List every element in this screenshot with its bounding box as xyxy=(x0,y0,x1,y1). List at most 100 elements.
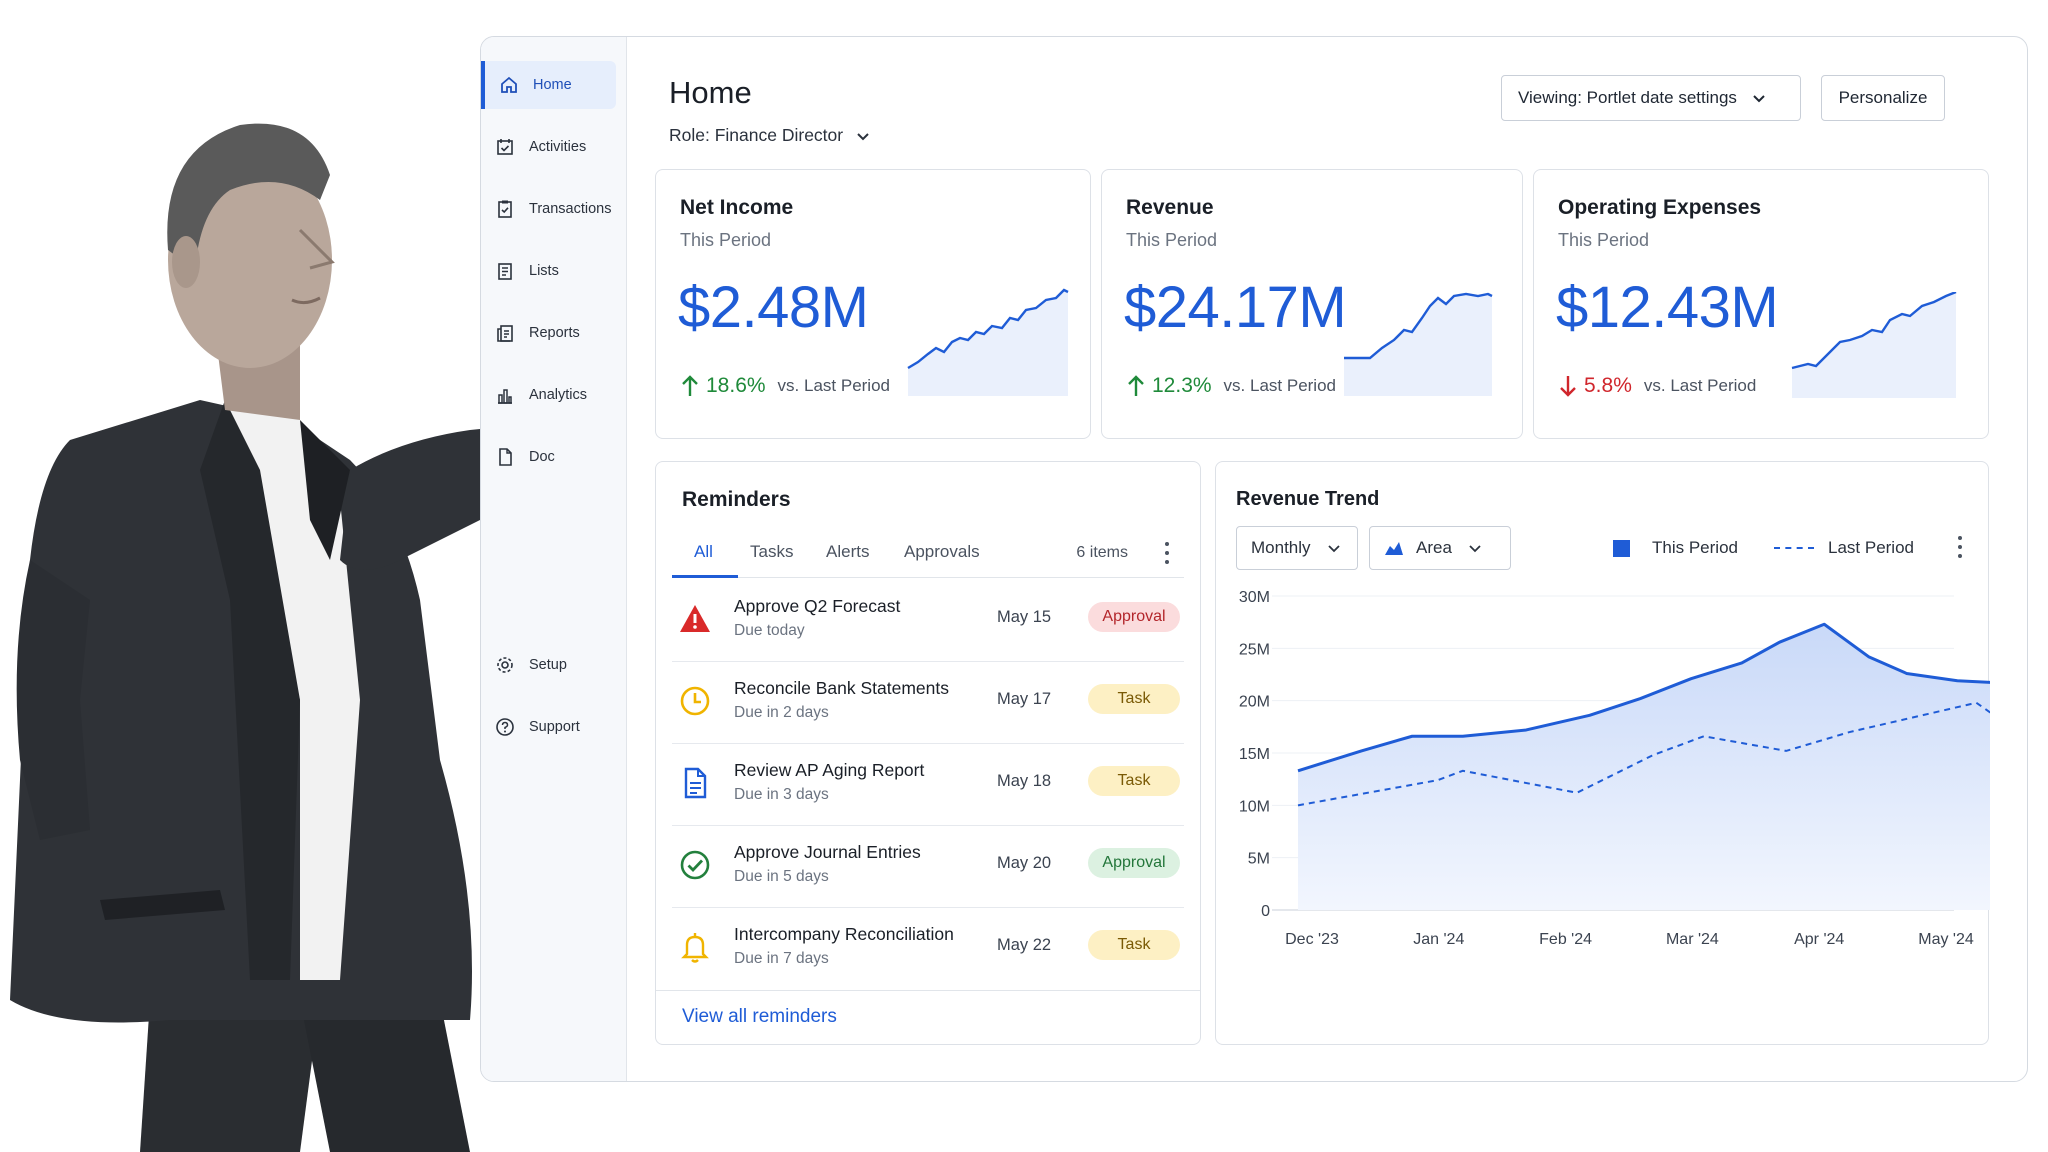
reminder-date: May 18 xyxy=(997,772,1052,790)
sidebar-item-label: Reports xyxy=(529,325,580,341)
sidebar-item-transactions[interactable]: Transactions xyxy=(481,185,627,233)
kpi-delta-value: 5.8% xyxy=(1584,374,1632,397)
document-icon xyxy=(495,447,515,467)
tab-approvals[interactable]: Approvals xyxy=(904,542,980,562)
viewing-label: Viewing: Portlet date settings xyxy=(1518,88,1737,107)
help-circle-icon xyxy=(495,717,515,737)
main-content: Home Role: Finance Director Viewing: Por… xyxy=(627,37,2027,1081)
operating-expenses-sparkline xyxy=(1791,292,1957,398)
reminders-tabs: All Tasks Alerts Approvals 6 items xyxy=(672,530,1184,578)
sidebar-item-label: Lists xyxy=(529,263,559,279)
sidebar-item-setup[interactable]: Setup xyxy=(481,641,627,689)
arrow-down-icon xyxy=(1558,374,1578,398)
reminder-badge: Task xyxy=(1088,766,1180,796)
x-tick-label: Dec '23 xyxy=(1285,931,1339,948)
revenue-sparkline xyxy=(1344,292,1493,396)
arrow-up-icon xyxy=(1126,374,1146,398)
reminder-row[interactable]: Approve Journal Entries Due in 5 days Ma… xyxy=(672,826,1184,908)
kpi-subtitle: This Period xyxy=(680,230,772,250)
view-all-reminders-link[interactable]: View all reminders xyxy=(682,1006,837,1028)
reminder-date: May 15 xyxy=(997,608,1052,626)
warning-triangle-icon xyxy=(678,602,712,636)
sidebar: Home Activities Transactions Lists Repor… xyxy=(481,37,627,1081)
kpi-value: $24.17M xyxy=(1124,275,1347,340)
kpi-delta: 12.3% vs. Last Period xyxy=(1126,374,1336,398)
reminder-row[interactable]: Reconcile Bank Statements Due in 2 days … xyxy=(672,662,1184,744)
reminder-date: May 22 xyxy=(997,936,1052,954)
reminder-title: Approve Q2 Forecast xyxy=(734,596,901,616)
y-tick-label: 10M xyxy=(1239,798,1270,815)
sidebar-item-analytics[interactable]: Analytics xyxy=(481,371,627,419)
app-window: Home Activities Transactions Lists Repor… xyxy=(480,36,2028,1082)
reminder-row[interactable]: Approve Q2 Forecast Due today May 15 App… xyxy=(672,580,1184,662)
reminder-row[interactable]: Review AP Aging Report Due in 3 days May… xyxy=(672,744,1184,826)
reminder-due: Due in 3 days xyxy=(734,786,829,803)
home-icon xyxy=(499,75,519,95)
reminder-due: Due in 7 days xyxy=(734,950,829,967)
kpi-title: Revenue xyxy=(1126,196,1214,219)
reminder-due: Due today xyxy=(734,622,805,639)
kpi-compare-label: vs. Last Period xyxy=(1643,376,1757,395)
sidebar-item-support[interactable]: Support xyxy=(481,703,627,751)
personalize-button[interactable]: Personalize xyxy=(1821,75,1945,121)
page-title: Home xyxy=(669,75,752,110)
kpi-value: $2.48M xyxy=(678,275,869,340)
series-area-this-period xyxy=(1298,624,1990,910)
arrow-up-icon xyxy=(680,374,700,398)
y-tick-label: 5M xyxy=(1248,851,1270,868)
y-tick-label: 15M xyxy=(1239,746,1270,763)
reminder-title: Approve Journal Entries xyxy=(734,842,921,862)
sidebar-item-home[interactable]: Home xyxy=(481,61,616,109)
sidebar-item-reports[interactable]: Reports xyxy=(481,309,627,357)
sidebar-item-label: Analytics xyxy=(529,387,588,403)
reminder-title: Review AP Aging Report xyxy=(734,760,925,780)
reminder-date: May 17 xyxy=(997,690,1052,708)
sidebar-item-activities[interactable]: Activities xyxy=(481,123,627,171)
reminder-title: Reconcile Bank Statements xyxy=(734,678,949,698)
more-options-icon[interactable] xyxy=(1164,542,1170,564)
y-tick-label: 30M xyxy=(1239,589,1270,606)
viewing-dropdown[interactable]: Viewing: Portlet date settings xyxy=(1501,75,1801,121)
sidebar-item-label: Support xyxy=(529,719,580,735)
document-icon xyxy=(678,766,712,800)
report-icon xyxy=(495,323,515,343)
reminder-due: Due in 2 days xyxy=(734,704,829,721)
sidebar-item-doc[interactable]: Doc xyxy=(481,433,627,481)
items-count: 6 items xyxy=(1076,544,1128,561)
reminder-due: Due in 5 days xyxy=(734,868,829,885)
y-tick-label: 0 xyxy=(1261,903,1270,920)
kpi-subtitle: This Period xyxy=(1126,230,1218,250)
check-circle-icon xyxy=(678,848,712,882)
x-tick-label: May '24 xyxy=(1918,931,1974,948)
sidebar-item-label: Home xyxy=(533,77,572,93)
list-icon xyxy=(495,261,515,281)
kpi-compare-label: vs. Last Period xyxy=(1223,376,1336,395)
bell-icon xyxy=(678,930,712,964)
clipboard-check-icon xyxy=(495,199,515,219)
sidebar-item-label: Transactions xyxy=(529,201,612,217)
chevron-down-icon xyxy=(855,128,871,144)
tab-tasks[interactable]: Tasks xyxy=(750,542,793,562)
clock-icon xyxy=(678,684,712,718)
reminder-row[interactable]: Intercompany Reconciliation Due in 7 day… xyxy=(672,908,1184,990)
role-selector[interactable]: Role: Finance Director xyxy=(669,125,871,146)
y-tick-label: 25M xyxy=(1239,641,1270,658)
kpi-compare-label: vs. Last Period xyxy=(777,376,890,395)
sidebar-item-label: Setup xyxy=(529,657,567,673)
gear-icon xyxy=(495,655,515,675)
chevron-down-icon xyxy=(1751,90,1767,106)
sidebar-item-lists[interactable]: Lists xyxy=(481,247,627,295)
x-tick-label: Apr '24 xyxy=(1794,931,1844,948)
revenue-trend-chart: 0 5M 10M 15M 20M 25M 30M Dec '23 Jan '24 Feb '24 M… xyxy=(1239,589,1990,948)
divider xyxy=(656,990,1200,991)
tab-alerts[interactable]: Alerts xyxy=(826,542,869,562)
bar-chart-icon xyxy=(495,385,515,405)
kpi-delta-value: 12.3% xyxy=(1152,374,1212,397)
x-tick-label: Mar '24 xyxy=(1666,931,1719,948)
tab-all[interactable]: All xyxy=(694,542,713,562)
reminder-date: May 20 xyxy=(997,854,1052,872)
x-tick-label: Feb '24 xyxy=(1539,931,1592,948)
kpi-delta-value: 18.6% xyxy=(706,374,766,397)
kpi-subtitle: This Period xyxy=(1558,230,1650,250)
sidebar-item-label: Activities xyxy=(529,139,587,155)
